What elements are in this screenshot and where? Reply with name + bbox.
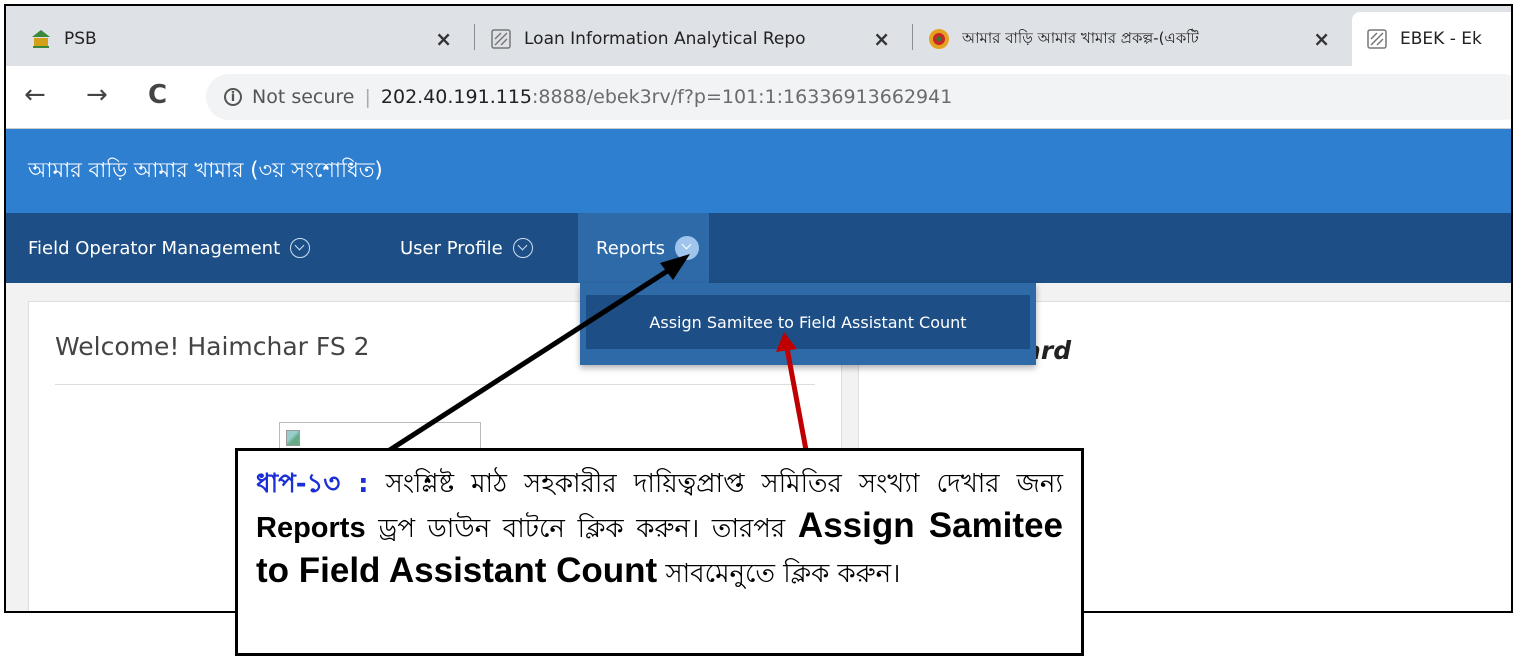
url-host: 202.40.191.115 xyxy=(380,86,532,108)
instruction-text: সাবমেনুতে ক্লিক করুন। xyxy=(657,559,901,589)
chevron-down-icon[interactable] xyxy=(512,238,533,258)
info-icon[interactable]: i xyxy=(224,88,242,106)
browser-toolbar: ← → C i Not secure | 202.40.191.115 :888… xyxy=(6,66,1511,129)
menu-label: Field Operator Management xyxy=(28,237,281,259)
url-path: :8888/ebek3rv/f?p=101:1:16336913662941 xyxy=(532,86,953,108)
menu-user-profile[interactable]: User Profile xyxy=(400,213,533,283)
browser-tab-strip: PSB × Loan Information Analytical Repo ×… xyxy=(6,6,1511,66)
menu-item-assign-samitee[interactable]: Assign Samitee to Field Assistant Count xyxy=(586,295,1030,349)
broken-page-icon xyxy=(1366,28,1388,50)
tab-ebek-active[interactable]: EBEK - Ek xyxy=(1352,12,1511,66)
tab-separator xyxy=(474,24,475,50)
instruction-text: সংশ্লিষ্ট মাঠ সহকারীর দায়িত্বপ্রাপ্ত সম… xyxy=(368,469,1063,499)
not-secure-label: Not secure xyxy=(252,86,355,108)
address-bar[interactable]: i Not secure | 202.40.191.115 :8888/ebek… xyxy=(206,74,1511,120)
chevron-down-icon[interactable] xyxy=(675,236,700,260)
welcome-heading: Welcome! Haimchar FS 2 xyxy=(55,332,370,361)
menu-field-operator-management[interactable]: Field Operator Management xyxy=(28,213,311,283)
reload-icon[interactable]: C xyxy=(148,80,167,110)
divider xyxy=(55,384,815,385)
app-title: আমার বাড়ি আমার খামার (৩য় সংশোধিত) xyxy=(28,157,383,182)
main-menu-bar: Field Operator Management User Profile R… xyxy=(6,213,1511,283)
menu-label: User Profile xyxy=(400,237,503,259)
back-arrow-icon[interactable]: ← xyxy=(24,80,46,110)
address-separator: | xyxy=(364,86,371,108)
tab-psb[interactable]: PSB × xyxy=(16,12,466,66)
tab-close-icon[interactable]: × xyxy=(435,27,452,51)
menu-reports[interactable]: Reports xyxy=(578,213,710,283)
instruction-callout: ধাপ-১৩ : সংশ্লিষ্ট মাঠ সহকারীর দায়িত্বপ… xyxy=(235,448,1084,656)
tab-separator xyxy=(912,24,913,50)
tab-loan-report[interactable]: Loan Information Analytical Repo × xyxy=(476,12,904,66)
menu-label: Reports xyxy=(596,237,666,259)
instruction-reports: Reports xyxy=(256,512,366,544)
tab-close-icon[interactable]: × xyxy=(1313,27,1330,51)
app-header: আমার বাড়ি আমার খামার (৩য় সংশোধিত) xyxy=(6,129,1511,213)
broken-page-icon xyxy=(490,28,512,50)
instruction-text: ড্রপ ডাউন বাটনে ক্লিক করুন। তারপর xyxy=(365,514,798,544)
chevron-down-icon[interactable] xyxy=(290,238,311,258)
bank-logo-icon xyxy=(30,28,52,50)
tab-close-icon[interactable]: × xyxy=(873,27,890,51)
forward-arrow-icon[interactable]: → xyxy=(86,80,108,110)
reports-dropdown-menu: Assign Samitee to Field Assistant Count xyxy=(580,283,1036,365)
step-label: ধাপ-১৩ : xyxy=(256,469,369,499)
tab-amar-bari[interactable]: আমার বাড়ি আমার খামার প্রকল্প-(একটি × xyxy=(914,12,1344,66)
govt-emblem-icon xyxy=(928,28,950,50)
